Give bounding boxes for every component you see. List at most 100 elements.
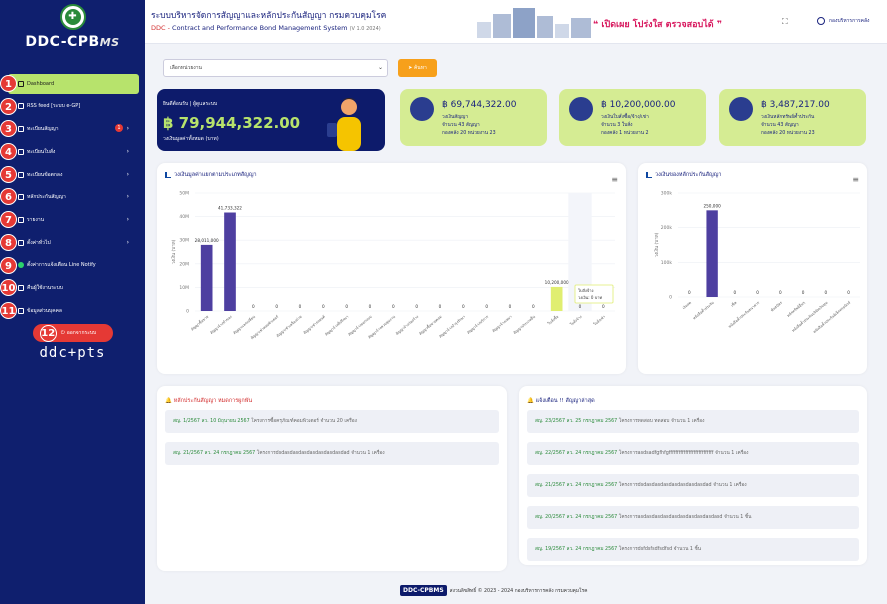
y-tick-label: 300k xyxy=(661,191,673,197)
list-item[interactable]: สญ. 21/2567 ลว. 24 กรกฎาคม 2567 โครงการd… xyxy=(527,474,859,497)
y-tick-label: 30M xyxy=(179,238,189,244)
data-label: 0 xyxy=(299,304,302,309)
bell-icon: 🔔 xyxy=(527,398,534,404)
list-item[interactable]: สญ. 1/2567 ลว. 10 มิถุนายน 2567 โครงการซ… xyxy=(165,410,499,433)
data-label: 0 xyxy=(415,304,418,309)
sidebar: ✚ DDC-CPBMS 1 Dashboard 2 RSS feed [ระบบ e-… xyxy=(0,0,145,604)
stat-value: ฿ 3,487,217.00 xyxy=(761,100,830,110)
chevron-right-icon: › xyxy=(126,193,129,201)
data-label: 0 xyxy=(579,304,582,309)
contract-ref: สญ. 21/2567 ลว. 24 กรกฎาคม 2567 xyxy=(535,483,618,488)
sidebar-item-rss[interactable]: 2 RSS feed [ระบบ e-GP] xyxy=(0,97,139,117)
line-icon xyxy=(18,262,24,269)
step-number: 8 xyxy=(0,233,17,251)
data-label: 0 xyxy=(802,290,805,295)
x-tick-label: สัญญาจ้างออกแบบ xyxy=(347,313,373,336)
list-item[interactable]: สญ. 23/2567 ลว. 25 กรกฎาคม 2567 โครงการท… xyxy=(527,410,859,433)
data-label: 0 xyxy=(275,304,278,309)
contract-chart-panel: วงเงินมูลค่าแยกตามประเภทสัญญา ≡ 0 10M 20M 3… xyxy=(157,163,626,374)
footer: DDC-CPBMS สงวนลิขสิทธิ์ © 2023 - 2024 กอ… xyxy=(400,585,587,596)
y-axis-label: วงเงิน (บาท) xyxy=(171,239,177,264)
bar[interactable] xyxy=(224,212,236,311)
chevron-right-icon: › xyxy=(126,125,129,133)
notification-badge: 1 xyxy=(115,124,123,133)
data-label: 0 xyxy=(847,290,850,295)
stat-count: จำนวน 3 ใบสั่ง xyxy=(601,123,633,128)
logout-button[interactable]: 12 ⏻ ออกจากระบบ xyxy=(33,324,113,342)
person-illustration-icon xyxy=(327,98,361,151)
sidebar-item-money[interactable]: 6 หลักประกันสัญญา › xyxy=(0,187,139,207)
svg-text:ใบสั่งจ้าง: ใบสั่งจ้าง xyxy=(578,288,593,293)
sidebar-item-label: ทะเบียนข้อตกลง xyxy=(27,171,63,178)
bond-chart-panel: วงเงินของหลักประกันสัญญา ≡ 0 100k 200k 300k… xyxy=(638,163,867,374)
alert-panel: 🔔 แจ้งเตือน !! สัญญาล่าสุด สญ. 23/2567 ล… xyxy=(519,386,867,565)
sidebar-item-users[interactable]: 10 คืนผู้ใช้งานระบบ xyxy=(0,278,139,298)
x-tick-label: สัญญาเช่าเครื่องถ่าย xyxy=(275,314,303,338)
contract-ref: สญ. 22/2567 ลว. 24 กรกฎาคม 2567 xyxy=(535,451,618,456)
panel-title: 🔔 แจ้งเตือน !! สัญญาล่าสุด xyxy=(527,398,595,404)
data-label: 0 xyxy=(779,290,782,295)
x-tick-label: สัญญาจ้างบริการ xyxy=(466,314,490,335)
header: ระบบบริหารจัดการสัญญาและหลักประกันสัญญา … xyxy=(145,0,887,44)
sidebar-item-line[interactable]: 9 ตั้งค่าการแจ้งเตือน Line Notify xyxy=(0,256,139,276)
sidebar-item-label: ทะเบียนสัญญา xyxy=(27,126,59,133)
data-label: 250,000 xyxy=(703,203,721,208)
contract-ref: สญ. 1/2567 ลว. 10 มิถุนายน 2567 xyxy=(173,419,250,424)
stat-units: กองคลัง 20 หน่วยงาน 23 xyxy=(442,131,496,136)
stat-card: ฿ 69,744,322.00 วงเงินสัญญา จำนวน 43 สัญญา… xyxy=(400,89,547,146)
step-number: 7 xyxy=(0,211,17,229)
x-tick-label: ใบสั่งจ้าง xyxy=(569,314,583,327)
search-button[interactable]: ➤ ค้นหา xyxy=(398,59,437,77)
order-icon xyxy=(18,148,24,155)
list-item[interactable]: สญ. 19/2567 ลว. 24 กรกฎาคม 2567 โครงการd… xyxy=(527,538,859,561)
chevron-right-icon: › xyxy=(126,170,129,178)
sidebar-item-report[interactable]: 7 รายงาน › xyxy=(0,210,139,230)
x-tick-label: หนังสือค้ำประกัน xyxy=(692,300,716,321)
sidebar-item-label: หลักประกันสัญญา xyxy=(27,194,66,201)
y-axis-label: วงเงิน (บาท) xyxy=(654,232,660,257)
stat-units: กองคลัง 1 หน่วยงาน 2 xyxy=(601,131,649,136)
sidebar-item-user[interactable]: 11 ข้อมูลส่วนบุคคล xyxy=(0,301,139,321)
chevron-right-icon: › xyxy=(126,216,129,224)
stat-units: กองคลัง 20 หน่วยงาน 23 xyxy=(761,131,815,136)
bar[interactable] xyxy=(706,210,718,297)
y-tick-label: 0 xyxy=(186,309,189,315)
ddc-logo-icon: ✚ xyxy=(59,4,86,30)
stat-value: ฿ 10,200,000.00 xyxy=(601,100,676,110)
stat-card: ฿ 10,200,000.00 วงเงินใบสั่งซื้อ/จ้าง/เช่… xyxy=(559,89,706,146)
stat-count: จำนวน 43 สัญญา xyxy=(761,123,799,128)
sidebar-item-home[interactable]: 1 Dashboard xyxy=(0,74,139,94)
brand-name: DDC-CPBMS xyxy=(25,34,120,50)
user-icon xyxy=(18,307,24,314)
sidebar-item-agreement[interactable]: 5 ทะเบียนข้อตกลง › xyxy=(0,165,139,185)
footer-brand: DDC-CPBMS xyxy=(400,585,447,596)
sidebar-item-label: ตั้งค่าทั่วไป xyxy=(27,239,51,246)
user-menu[interactable]: กองบริหารการคลัง xyxy=(817,17,870,25)
x-tick-label: หนังสือค้ำประกันบริษัทเงินทุน xyxy=(791,300,830,334)
list-item[interactable]: สญ. 20/2567 ลว. 24 กรกฎาคม 2567 โครงการa… xyxy=(527,506,859,529)
list-item[interactable]: สญ. 21/2567 ลว. 24 กรกฎาคม 2567 โครงการd… xyxy=(165,442,499,465)
bell-icon: 🔔 xyxy=(165,398,172,404)
chevron-down-icon: ⌄ xyxy=(377,64,383,71)
user-icon xyxy=(817,17,825,25)
step-number: 6 xyxy=(0,188,17,206)
x-tick-label: สัญญาแลกเปลี่ยน xyxy=(232,314,257,336)
bar[interactable] xyxy=(550,286,563,311)
data-label: 0 xyxy=(485,304,488,309)
contract-desc: โครงการdsdasdasdasdasdasdasdasdad จำนวน … xyxy=(618,483,747,488)
fullscreen-icon[interactable]: ⛶ xyxy=(782,17,788,27)
sidebar-item-label: รายงาน xyxy=(27,216,45,223)
x-tick-label: พันธบัตร xyxy=(770,301,783,313)
sidebar-item-gear[interactable]: 8 ตั้งค่าทั่วไป › xyxy=(0,233,139,253)
contract-desc: โครงการทดสอบ ทดสอบ จำนวน 1 เครื่อง xyxy=(618,419,705,424)
sidebar-item-order[interactable]: 4 ทะเบียนใบสั่ง › xyxy=(0,142,139,162)
bar[interactable] xyxy=(200,244,213,311)
department-select[interactable]: เลือกหน่วยงาน ⌄ xyxy=(163,59,388,77)
data-label: 0 xyxy=(688,290,691,295)
bond-expired-panel: 🔔 หลักประกันสัญญา หมดการผูกพัน สญ. 1/256… xyxy=(157,386,507,571)
sidebar-item-contract[interactable]: 3 ทะเบียนสัญญา 1 › xyxy=(0,119,139,139)
stat-card: ฿ 3,487,217.00 วงเงินหลักทรัพย์ค้ำประกันจ… xyxy=(719,89,866,146)
x-tick-label: สัญญาจ้างที่ปรึกษา xyxy=(324,314,350,337)
x-tick-label: สัญญาเช่ารถยนต์ xyxy=(303,314,327,335)
list-item[interactable]: สญ. 22/2567 ลว. 24 กรกฎาคม 2567 โครงการa… xyxy=(527,442,859,465)
